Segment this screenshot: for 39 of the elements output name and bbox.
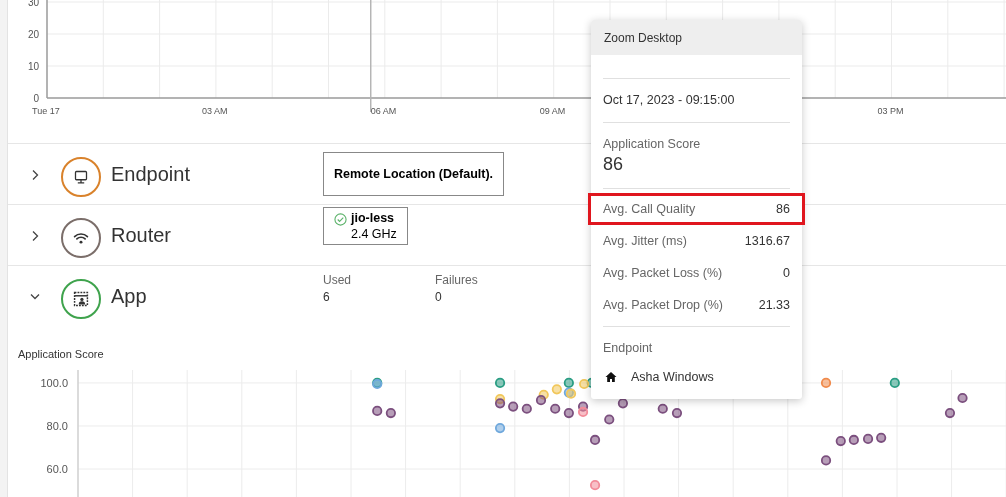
location-badge: Remote Location (Default).	[323, 152, 505, 196]
endpoint-name: Asha Windows	[631, 368, 714, 386]
stat-value: 6	[323, 289, 331, 306]
tooltip-title: Zoom Desktop	[604, 29, 683, 47]
section-title: Endpoint	[111, 162, 191, 187]
metric-label: Avg. Call Quality	[603, 200, 696, 218]
chart-title: Application Score	[18, 347, 104, 362]
metric-label: Avg. Jitter (ms)	[603, 232, 687, 250]
axis-label: Tue 17	[32, 106, 60, 116]
score-value: 86	[603, 153, 625, 176]
metric-label: Avg. Packet Loss (%)	[603, 264, 723, 282]
axis-label: 09 AM	[539, 106, 566, 116]
section-title: Router	[111, 223, 173, 248]
axis-label: 10	[27, 61, 39, 72]
section-title: App	[111, 284, 148, 309]
axis-label: 03 PM	[877, 106, 904, 116]
home-icon	[605, 371, 617, 384]
metric-value: 0	[783, 264, 790, 282]
chevron-icon[interactable]	[30, 230, 40, 242]
axis-label: 100.0	[40, 376, 68, 389]
axis-label: 60.0	[46, 463, 68, 475]
stat-label: Used	[323, 272, 352, 289]
score-label: Application Score	[603, 136, 702, 152]
endpoint-label: Endpoint	[603, 340, 654, 357]
axis-label: 20	[27, 29, 39, 40]
network-name-label: jio-less	[351, 210, 396, 226]
metric-value: 21.33	[758, 296, 790, 314]
tooltip-timestamp: Oct 17, 2023 - 09:15:00	[603, 92, 735, 110]
chevron-icon[interactable]	[30, 169, 40, 181]
metric-label: Avg. Packet Drop (%)	[603, 296, 723, 314]
axis-label: 0	[33, 93, 39, 104]
stat-value: 0	[435, 289, 443, 306]
metric-value: 86	[776, 200, 790, 218]
axis-label: 80.0	[46, 419, 68, 432]
stat-label: Failures	[435, 272, 479, 289]
metric-value: 1316.67	[744, 232, 790, 250]
axis-label: 06 AM	[370, 106, 397, 116]
band-label: 2.4 GHz	[351, 226, 397, 242]
axis-label: 03 AM	[201, 106, 228, 116]
